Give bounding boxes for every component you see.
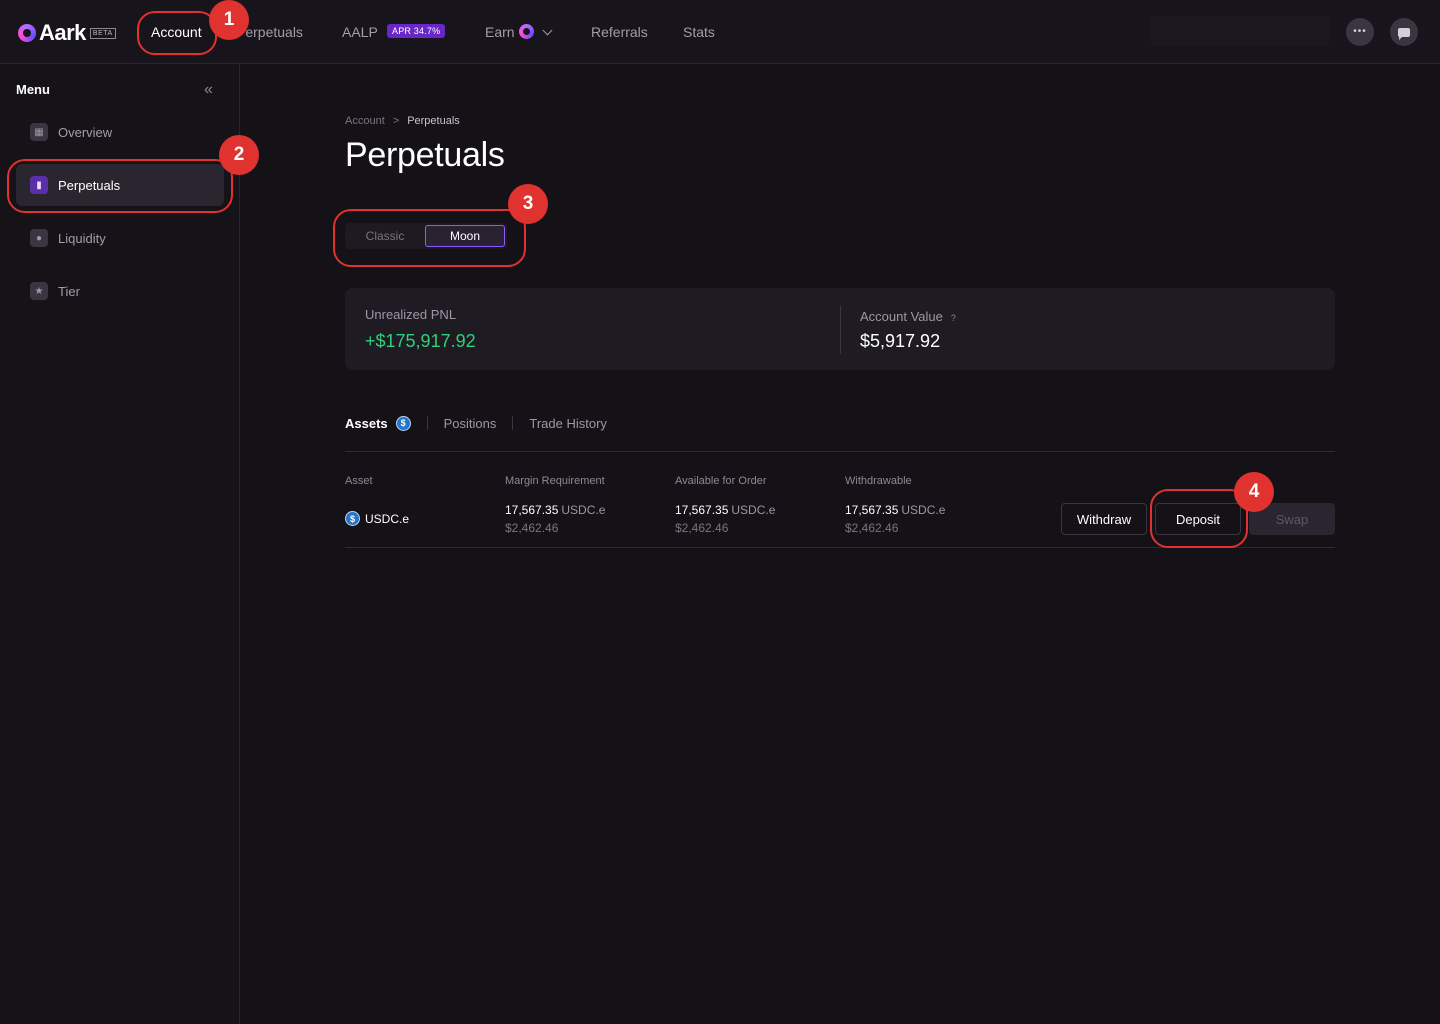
asset-cell: $ USDC.e <box>345 511 409 526</box>
available-amount: 17,567.35 USDC.e <box>675 503 775 517</box>
nav-aalp[interactable]: AALP <box>342 24 378 40</box>
tab-assets-label: Assets <box>345 415 388 431</box>
collapse-sidebar-icon[interactable]: « <box>204 81 213 99</box>
unrealized-pnl-label: Unrealized PNL <box>365 307 457 322</box>
nav-earn[interactable]: Earn <box>485 24 515 40</box>
chevron-down-icon[interactable] <box>542 25 553 36</box>
usdc-icon: $ <box>345 511 360 526</box>
sidebar-item-label: Overview <box>58 124 113 140</box>
callout-ring-account <box>137 11 217 55</box>
sidebar-item-label: Liquidity <box>58 230 106 246</box>
callout-ring-perpetuals <box>7 159 233 213</box>
sidebar-item-liquidity[interactable]: ● Liquidity <box>16 217 224 259</box>
tab-positions[interactable]: Positions <box>444 416 497 431</box>
sidebar-item-tier[interactable]: ★ Tier <box>16 270 224 312</box>
grid-icon: ▦ <box>30 123 48 141</box>
margin-unit: USDC.e <box>561 503 606 517</box>
account-value-label-text: Account Value <box>860 309 943 324</box>
beta-badge: BETA <box>89 27 116 39</box>
column-header-available: Available for Order <box>675 475 767 487</box>
available-amount-value: 17,567.35 <box>675 503 729 517</box>
more-dots-icon: ••• <box>1353 26 1367 37</box>
nav-stats[interactable]: Stats <box>683 24 715 40</box>
callout-ring-deposit <box>1150 489 1248 548</box>
menu-title: Menu <box>16 82 50 97</box>
summary-divider <box>840 306 841 354</box>
page-title: Perpetuals <box>345 136 505 174</box>
usdc-icon: $ <box>395 415 411 431</box>
star-icon: ★ <box>30 282 48 300</box>
nav-referrals[interactable]: Referrals <box>591 24 648 40</box>
sidebar-item-label: Tier <box>58 283 80 299</box>
account-value-label: Account Value? <box>860 309 956 324</box>
available-unit: USDC.e <box>731 503 776 517</box>
breadcrumb-current: Perpetuals <box>407 115 460 127</box>
aark-logo-icon <box>18 24 36 42</box>
tabs-underline <box>345 451 1335 452</box>
more-options-button[interactable]: ••• <box>1346 18 1374 46</box>
margin-usd: $2,462.46 <box>505 521 559 535</box>
withdrawable-amount-value: 17,567.35 <box>845 503 899 517</box>
asset-name: USDC.e <box>365 511 410 526</box>
callout-badge-3: 3 <box>508 184 548 224</box>
earn-token-icon <box>519 24 534 39</box>
drop-icon: ● <box>30 229 48 247</box>
wallet-address-field[interactable] <box>1150 16 1330 46</box>
column-header-withdrawable: Withdrawable <box>845 475 912 487</box>
callout-ring-moon <box>333 209 526 267</box>
column-header-asset: Asset <box>345 475 373 487</box>
margin-amount: 17,567.35 USDC.e <box>505 503 605 517</box>
withdraw-button[interactable]: Withdraw <box>1061 503 1147 535</box>
sidebar-item-overview[interactable]: ▦ Overview <box>16 111 224 153</box>
chat-icon <box>1398 27 1410 40</box>
margin-amount-value: 17,567.35 <box>505 503 559 517</box>
callout-badge-2: 2 <box>219 135 259 175</box>
tab-assets[interactable]: Assets $ <box>345 415 411 431</box>
help-icon[interactable]: ? <box>951 313 956 323</box>
account-value: $5,917.92 <box>860 331 941 351</box>
breadcrumb-root[interactable]: Account <box>345 115 385 127</box>
callout-badge-1: 1 <box>209 0 249 40</box>
tab-divider <box>426 416 428 430</box>
column-header-margin: Margin Requirement <box>505 475 605 487</box>
tab-trade-history[interactable]: Trade History <box>529 416 607 431</box>
logo-text: Aark <box>39 20 86 45</box>
account-summary-card: Unrealized PNL +$175,917.92 Account Valu… <box>345 288 1335 370</box>
withdrawable-usd: $2,462.46 <box>845 521 899 535</box>
aark-logo[interactable]: Aark BETA <box>18 20 116 46</box>
chat-button[interactable] <box>1390 18 1418 46</box>
breadcrumb-separator-icon: > <box>392 115 400 127</box>
breadcrumb: Account > Perpetuals <box>345 115 460 127</box>
unrealized-pnl-value: +$175,917.92 <box>365 331 476 351</box>
asset-tabs: Assets $ Positions Trade History <box>345 412 607 434</box>
tab-divider <box>512 416 514 430</box>
callout-badge-4: 4 <box>1234 472 1274 512</box>
withdrawable-amount: 17,567.35 USDC.e <box>845 503 945 517</box>
apr-badge: APR 34.7% <box>387 24 446 38</box>
withdrawable-unit: USDC.e <box>901 503 946 517</box>
available-usd: $2,462.46 <box>675 521 729 535</box>
